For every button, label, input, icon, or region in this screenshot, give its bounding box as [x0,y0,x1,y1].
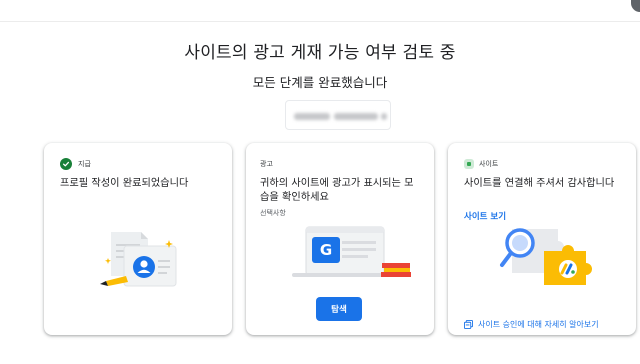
svg-text:G: G [320,241,332,259]
page-title: 사이트의 광고 게재 가능 여부 검토 중 [184,43,456,63]
explore-button[interactable]: 탐색 [316,297,362,321]
site-connected-card: 사이트 사이트를 연결해 주셔서 감사합니다 사이트 보기 사이트 승인에 대해… [448,143,636,335]
blurred-url-segment [381,113,387,120]
site-status-label: 사이트 [479,160,499,168]
profile-status: 지급 [60,157,91,171]
check-circle-icon [60,158,72,170]
site-card-title: 사이트를 연결해 주셔서 감사합니다 [464,178,615,189]
profile-illustration [96,210,196,294]
site-square-icon [464,159,474,169]
site-status: 사이트 [464,157,498,171]
page-subtitle: 모든 단계를 완료했습니다 [252,75,388,90]
profile-status-label: 지급 [78,160,91,168]
site-review-illustration [482,221,602,291]
ads-preview-card: 광고 귀하의 사이트에 광고가 표시되는 모습을 확인하세요 선택사항 G 탐색 [246,143,434,335]
document-icon [464,320,473,329]
learn-more-approval-link[interactable]: 사이트 승인에 대해 자세히 알아보기 [464,319,599,330]
learn-more-approval-label: 사이트 승인에 대해 자세히 알아보기 [478,320,599,329]
ads-status-label: 광고 [260,160,273,168]
blurred-url-segment [334,113,378,120]
optional-label: 선택사항 [260,209,286,217]
profile-card: 지급 프로필 작성이 완료되었습니다 [44,143,232,335]
top-bar [0,0,640,22]
account-avatar[interactable] [631,0,640,12]
ads-preview-illustration: G [278,223,414,291]
profile-card-title: 프로필 작성이 완료되었습니다 [60,178,189,189]
ads-card-title: 귀하의 사이트에 광고가 표시되는 모습을 확인하세요 [260,178,414,203]
ads-status: 광고 [260,157,273,171]
blurred-url-segment [294,113,330,120]
site-url-chip [285,100,391,130]
